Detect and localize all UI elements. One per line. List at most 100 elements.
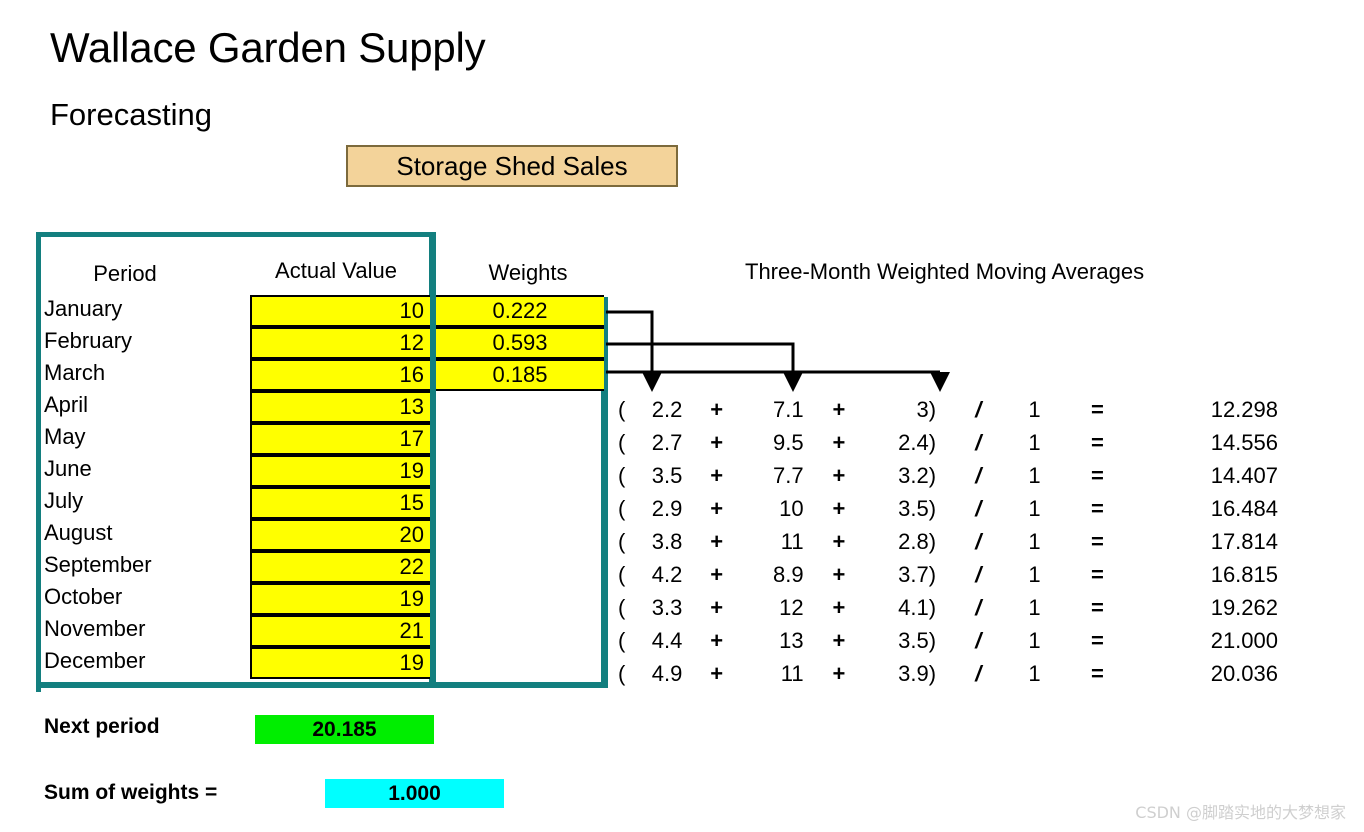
plus-operator: + [710, 561, 724, 587]
weights-connector-arrows [606, 310, 950, 392]
paren-open: ( [618, 495, 626, 521]
paren-open: ( [618, 594, 626, 620]
term-1: 4.9 [651, 660, 683, 686]
divide-operator: / [975, 528, 982, 554]
weights-column: 0.222 0.593 0.185 [436, 295, 604, 391]
weight-cell[interactable]: 0.222 [436, 295, 604, 327]
divide-operator: / [975, 627, 982, 653]
actual-value-cell[interactable]: 17 [250, 423, 430, 455]
term-2: 13 [779, 627, 804, 653]
column-header-moving-averages: Three-Month Weighted Moving Averages [745, 259, 1145, 284]
period-cell: December [44, 648, 146, 673]
term-2: 11 [780, 528, 804, 554]
plus-operator: + [832, 594, 846, 620]
paren-open: ( [618, 627, 626, 653]
term-3: 3.2 [898, 462, 929, 488]
calculation-row: (2.7 +9.5 +2.4) / 1 = 14.556 [618, 426, 1278, 459]
denominator: 1 [1028, 594, 1041, 620]
actual-value-column: 10 12 16 13 17 19 15 20 22 19 21 19 [250, 295, 430, 679]
denominator: 1 [1028, 561, 1041, 587]
actual-value-cell[interactable]: 19 [250, 455, 430, 487]
denominator: 1 [1028, 462, 1041, 488]
denominator: 1 [1028, 528, 1041, 554]
equals-operator: = [1090, 660, 1104, 686]
period-cell: February [44, 328, 133, 353]
plus-operator: + [832, 429, 846, 455]
page-subtitle: Forecasting [50, 97, 212, 132]
table-frame-left [36, 232, 41, 692]
equals-operator: = [1090, 396, 1104, 422]
term-3: 3.7 [898, 561, 929, 587]
weights-frame-bottom [429, 682, 608, 688]
plus-operator: + [710, 396, 724, 422]
paren-close: ) [928, 462, 937, 488]
plus-operator: + [832, 561, 846, 587]
calculation-row: (4.9 +11 +3.9) / 1 = 20.036 [618, 657, 1278, 690]
plus-operator: + [710, 660, 724, 686]
actual-value-cell[interactable]: 10 [250, 295, 430, 327]
paren-close: ) [928, 429, 937, 455]
actual-value-cell[interactable]: 19 [250, 583, 430, 615]
column-header-period: Period [93, 261, 157, 286]
paren-close: ) [928, 528, 937, 554]
paren-close: ) [928, 660, 937, 686]
weight-cell[interactable]: 0.185 [436, 359, 604, 391]
period-cell: October [44, 584, 123, 609]
storage-shed-sales-label: Storage Shed Sales [396, 150, 628, 181]
term-3: 2.8 [898, 528, 929, 554]
term-2: 7.7 [773, 462, 804, 488]
denominator: 1 [1028, 429, 1041, 455]
denominator: 1 [1028, 396, 1041, 422]
actual-value-cell[interactable]: 15 [250, 487, 430, 519]
actual-value-cell[interactable]: 21 [250, 615, 430, 647]
divide-operator: / [975, 462, 982, 488]
plus-operator: + [710, 429, 724, 455]
term-1: 3.8 [651, 528, 683, 554]
term-1: 2.7 [651, 429, 683, 455]
term-3: 3.5 [898, 627, 929, 653]
period-cell: July [44, 488, 84, 513]
paren-open: ( [618, 429, 626, 455]
plus-operator: + [710, 495, 724, 521]
actual-value-cell[interactable]: 22 [250, 551, 430, 583]
plus-operator: + [710, 462, 724, 488]
equals-operator: = [1090, 495, 1104, 521]
denominator: 1 [1028, 495, 1041, 521]
term-1: 2.9 [651, 495, 683, 521]
plus-operator: + [710, 627, 724, 653]
actual-value-cell[interactable]: 16 [250, 359, 430, 391]
calculation-row: (2.2 +7.1 +3) / 1 = 12.298 [618, 393, 1278, 426]
calculation-row: (4.2 +8.9 +3.7) / 1 = 16.815 [618, 558, 1278, 591]
result-value: 16.484 [1210, 495, 1278, 521]
divide-operator: / [975, 429, 982, 455]
actual-value-cell[interactable]: 12 [250, 327, 430, 359]
column-header-actual-value: Actual Value [275, 258, 397, 283]
term-1: 2.2 [651, 396, 683, 422]
equals-operator: = [1090, 528, 1104, 554]
calculation-row: (4.4 +13 +3.5) / 1 = 21.000 [618, 624, 1278, 657]
result-value: 17.814 [1210, 528, 1278, 554]
term-1: 3.5 [651, 462, 683, 488]
plus-operator: + [710, 528, 724, 554]
equals-operator: = [1090, 561, 1104, 587]
period-cell: March [44, 360, 106, 385]
plus-operator: + [832, 627, 846, 653]
calculation-row: (3.8 +11 +2.8) / 1 = 17.814 [618, 525, 1278, 558]
term-2: 7.1 [773, 396, 804, 422]
paren-open: ( [618, 561, 626, 587]
table-frame-bottom [36, 682, 436, 688]
calculation-row: (3.3 +12 +4.1) / 1 = 19.262 [618, 591, 1278, 624]
period-cell: November [44, 616, 146, 641]
plus-operator: + [832, 462, 846, 488]
equals-operator: = [1090, 462, 1104, 488]
plus-operator: + [710, 594, 724, 620]
term-2: 9.5 [773, 429, 804, 455]
storage-shed-sales-banner: Storage Shed Sales [346, 145, 678, 187]
actual-value-cell[interactable]: 19 [250, 647, 430, 679]
term-1: 4.4 [651, 627, 683, 653]
actual-value-cell[interactable]: 20 [250, 519, 430, 551]
actual-value-cell[interactable]: 13 [250, 391, 430, 423]
period-cell: April [44, 392, 89, 417]
weight-cell[interactable]: 0.593 [436, 327, 604, 359]
plus-operator: + [832, 495, 846, 521]
